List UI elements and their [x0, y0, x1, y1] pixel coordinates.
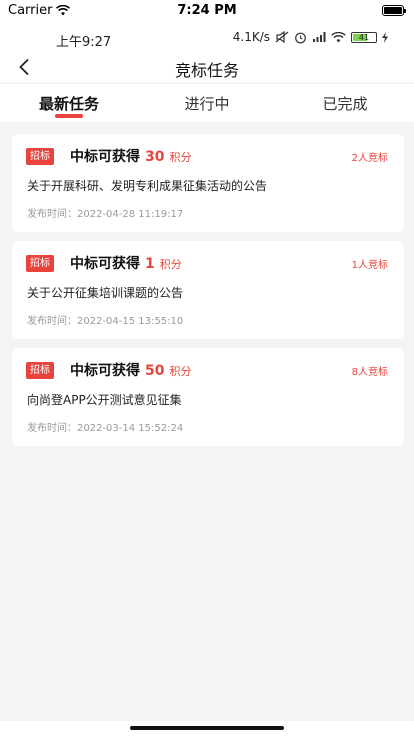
bidder-count: 1人竞标 — [351, 260, 388, 271]
reward-prefix: 中标可获得 — [70, 149, 140, 165]
points-unit: 积分 — [169, 365, 192, 378]
mute-icon — [275, 31, 289, 43]
reward-headline: 中标可获得 50 积分 — [70, 360, 191, 380]
task-card[interactable]: 招标 中标可获得 1 积分 1人竞标 关于公开征集培训课题的公告 发布时间：20… — [12, 241, 404, 339]
publish-date: 发布时间：2022-04-15 13:55:10 — [27, 316, 184, 327]
wifi-icon — [331, 31, 346, 42]
reward-prefix: 中标可获得 — [70, 363, 140, 379]
bidder-count: 8人竞标 — [351, 367, 388, 378]
device-status-bar: 上午9:27 4.1K/s 41 — [0, 22, 414, 52]
task-tabs: 最新任务 进行中 已完成 — [0, 84, 414, 122]
tab-in-progress[interactable]: 进行中 — [138, 84, 276, 122]
battery-level: 41 — [358, 32, 370, 42]
ios-status-bar: Carrier 7:24 PM — [0, 0, 414, 22]
tab-label: 已完成 — [322, 95, 368, 113]
device-time: 上午9:27 — [56, 35, 112, 50]
task-card[interactable]: 招标 中标可获得 30 积分 2人竞标 关于开展科研、发明专利成果征集活动的公告… — [12, 134, 404, 232]
tender-badge: 招标 — [26, 148, 54, 165]
charging-icon — [382, 31, 388, 43]
publish-date: 发布时间：2022-03-14 15:52:24 — [27, 423, 184, 434]
battery-icon — [382, 5, 406, 16]
tab-label: 最新任务 — [38, 95, 99, 113]
task-list: 招标 中标可获得 30 积分 2人竞标 关于开展科研、发明专利成果征集活动的公告… — [12, 134, 404, 455]
ios-time: 7:24 PM — [177, 3, 237, 18]
task-title: 向尚登APP公开测试意见征集 — [27, 393, 182, 407]
network-speed: 4.1K/s — [232, 30, 270, 44]
alarm-icon — [295, 32, 306, 43]
navigation-bar: 竞标任务 — [0, 52, 414, 82]
reward-prefix: 中标可获得 — [70, 256, 140, 272]
points-unit: 积分 — [159, 258, 182, 271]
reward-headline: 中标可获得 30 积分 — [70, 146, 191, 166]
tender-badge: 招标 — [26, 255, 54, 272]
active-tab-indicator — [55, 114, 83, 118]
reward-points: 50 — [145, 363, 165, 379]
home-indicator[interactable] — [130, 726, 284, 730]
tab-latest[interactable]: 最新任务 — [0, 84, 138, 122]
publish-date: 发布时间：2022-04-28 11:19:17 — [27, 209, 184, 220]
reward-points: 1 — [145, 256, 155, 272]
tab-completed[interactable]: 已完成 — [276, 84, 414, 122]
bidder-count: 2人竞标 — [351, 153, 388, 164]
page-title: 竞标任务 — [174, 61, 239, 80]
task-title: 关于开展科研、发明专利成果征集活动的公告 — [27, 179, 268, 193]
tender-badge: 招标 — [26, 362, 54, 379]
tab-label: 进行中 — [184, 95, 230, 113]
reward-points: 30 — [145, 149, 165, 165]
battery-icon: 41 — [351, 31, 377, 43]
device-status-icons: 4.1K/s 41 — [233, 30, 388, 44]
task-card[interactable]: 招标 中标可获得 50 积分 8人竞标 向尚登APP公开测试意见征集 发布时间：… — [12, 348, 404, 446]
reward-headline: 中标可获得 1 积分 — [70, 253, 182, 273]
points-unit: 积分 — [169, 151, 192, 164]
signal-icon — [313, 32, 326, 42]
task-title: 关于公开征集培训课题的公告 — [27, 286, 184, 300]
